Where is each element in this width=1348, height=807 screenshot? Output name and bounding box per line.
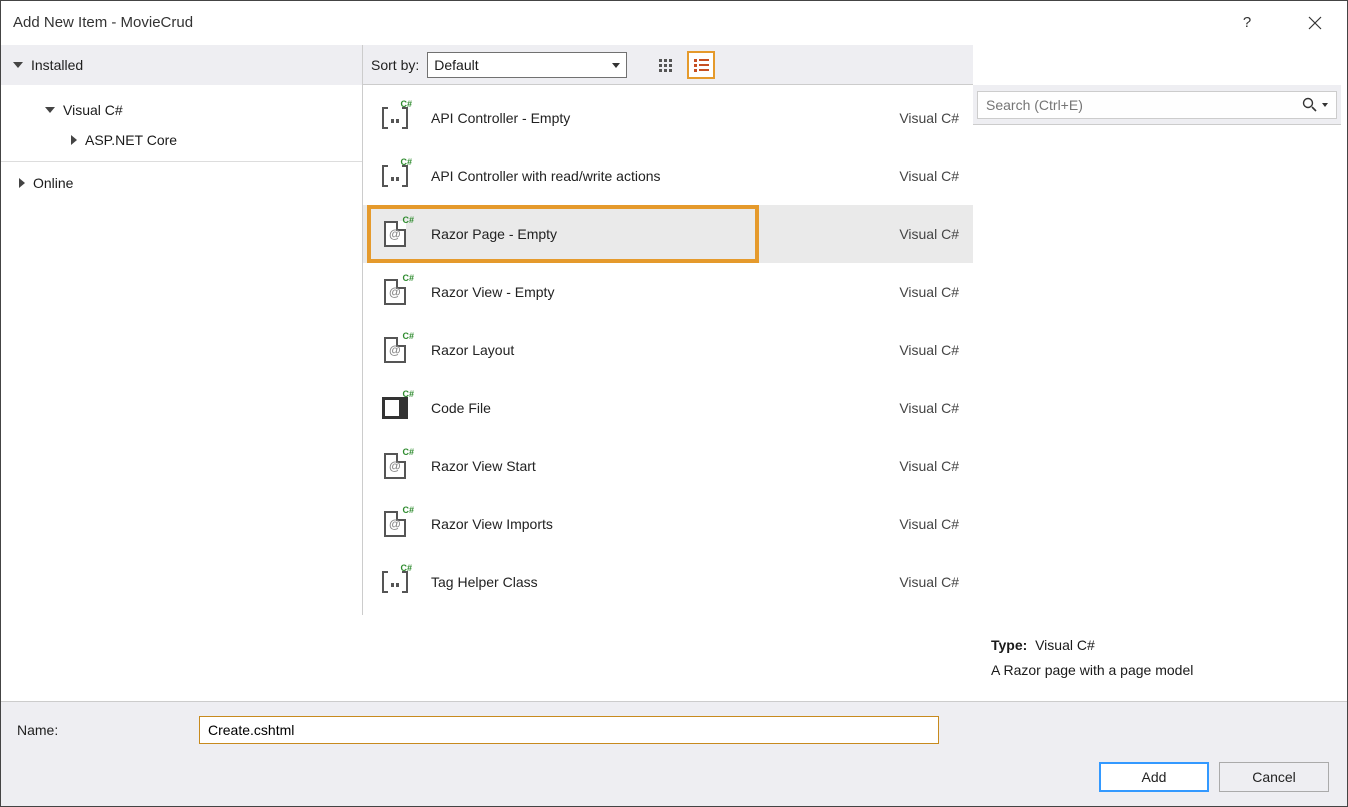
template-icon: C# <box>377 158 413 194</box>
template-name: Razor View Imports <box>431 516 881 532</box>
template-list-container: C# API Controller - Empty Visual C# C# API C… <box>363 85 973 615</box>
details-type-row: Type: Visual C# <box>991 633 1323 658</box>
template-language: Visual C# <box>899 168 959 184</box>
template-item[interactable]: C# API Controller with read/write actions… <box>363 147 973 205</box>
tree-node-aspnet-core[interactable]: ASP.NET Core <box>1 125 362 155</box>
template-language: Visual C# <box>899 516 959 532</box>
help-button[interactable]: ? <box>1227 8 1267 38</box>
details-description: A Razor page with a page model <box>991 658 1323 683</box>
template-language: Visual C# <box>899 400 959 416</box>
main-area: Installed Visual C# ASP.NET Core Online <box>1 45 1347 701</box>
chevron-down-icon <box>612 63 620 68</box>
sidebar-header-label: Installed <box>31 57 83 73</box>
dialog-window: Add New Item - MovieCrud ? Installed Vis… <box>0 0 1348 807</box>
template-language: Visual C# <box>899 226 959 242</box>
search-input[interactable] <box>986 97 1302 113</box>
razor-page-icon: @C# <box>380 219 410 249</box>
sort-label: Sort by: <box>371 57 419 73</box>
sidebar-header-installed[interactable]: Installed <box>1 45 362 85</box>
tree-node-label: ASP.NET Core <box>85 132 177 148</box>
footer-buttons: Add Cancel <box>17 762 1331 792</box>
view-list-button[interactable] <box>687 51 715 79</box>
template-language: Visual C# <box>899 284 959 300</box>
template-scroll[interactable]: C# API Controller - Empty Visual C# C# API C… <box>363 85 973 615</box>
controller-icon: C# <box>380 567 410 597</box>
sidebar-tree: Visual C# ASP.NET Core Online <box>1 85 362 208</box>
window-controls: ? <box>1227 8 1335 38</box>
chevron-down-icon <box>1322 103 1328 107</box>
chevron-right-icon <box>71 135 77 145</box>
cancel-button[interactable]: Cancel <box>1219 762 1329 792</box>
template-name: Code File <box>431 400 881 416</box>
divider <box>1 161 362 162</box>
controller-icon: C# <box>380 161 410 191</box>
grid-icon <box>659 59 672 72</box>
add-button[interactable]: Add <box>1099 762 1209 792</box>
template-language: Visual C# <box>899 110 959 126</box>
close-button[interactable] <box>1295 8 1335 38</box>
template-item[interactable]: @C# Razor View - Empty Visual C# <box>363 263 973 321</box>
template-name: API Controller with read/write actions <box>431 168 881 184</box>
tree-node-visual-csharp[interactable]: Visual C# <box>1 95 362 125</box>
template-icon: C# <box>377 390 413 426</box>
tree-node-online[interactable]: Online <box>1 168 362 198</box>
footer: Name: Add Cancel <box>1 701 1347 806</box>
details-type-label: Type: <box>991 637 1027 653</box>
razor-page-icon: @C# <box>380 451 410 481</box>
window-title: Add New Item - MovieCrud <box>13 14 193 31</box>
razor-page-icon: @C# <box>380 335 410 365</box>
close-icon <box>1308 16 1322 30</box>
details-pane: Type: Visual C# A Razor page with a page… <box>973 615 1341 701</box>
right-header <box>973 85 1341 125</box>
controller-icon: C# <box>380 103 410 133</box>
template-icon: @C# <box>377 506 413 542</box>
template-name: Razor View Start <box>431 458 881 474</box>
template-language: Visual C# <box>899 574 959 590</box>
chevron-right-icon <box>19 178 25 188</box>
razor-page-icon: @C# <box>380 509 410 539</box>
template-item[interactable]: C# API Controller - Empty Visual C# <box>363 89 973 147</box>
razor-page-icon: @C# <box>380 277 410 307</box>
template-item[interactable]: @C# Razor Page - Empty Visual C# <box>363 205 973 263</box>
template-icon: @C# <box>377 332 413 368</box>
sort-value: Default <box>434 57 478 73</box>
list-icon <box>694 59 709 72</box>
name-row: Name: <box>17 716 1331 744</box>
name-input[interactable] <box>199 716 939 744</box>
template-item[interactable]: @C# Razor View Start Visual C# <box>363 437 973 495</box>
template-name: Razor Page - Empty <box>431 226 881 242</box>
title-bar: Add New Item - MovieCrud ? <box>1 1 1347 45</box>
view-grid-button[interactable] <box>651 51 679 79</box>
template-icon: C# <box>377 564 413 600</box>
center-toolbar: Sort by: Default <box>363 45 973 85</box>
template-name: Razor Layout <box>431 342 881 358</box>
template-icon: C# <box>377 100 413 136</box>
template-language: Visual C# <box>899 458 959 474</box>
template-icon: @C# <box>377 448 413 484</box>
tree-node-label: Visual C# <box>63 102 123 118</box>
chevron-down-icon <box>13 62 23 68</box>
template-item[interactable]: @C# Razor View Imports Visual C# <box>363 495 973 553</box>
template-list: C# API Controller - Empty Visual C# C# API C… <box>363 85 973 615</box>
template-item[interactable]: @C# Razor Layout Visual C# <box>363 321 973 379</box>
search-box[interactable] <box>977 91 1337 119</box>
tree-node-label: Online <box>33 175 73 191</box>
template-name: Razor View - Empty <box>431 284 881 300</box>
sidebar: Installed Visual C# ASP.NET Core Online <box>1 45 363 615</box>
template-item[interactable]: C# Code File Visual C# <box>363 379 973 437</box>
template-icon: @C# <box>377 216 413 252</box>
template-item[interactable]: C# Tag Helper Class Visual C# <box>363 553 973 611</box>
search-icon[interactable] <box>1302 97 1328 113</box>
sort-dropdown[interactable]: Default <box>427 52 627 78</box>
template-name: Tag Helper Class <box>431 574 881 590</box>
template-item[interactable]: C#Middleware ClassVisual C# <box>363 611 973 615</box>
template-language: Visual C# <box>899 342 959 358</box>
name-label: Name: <box>17 722 187 738</box>
code-file-icon: C# <box>380 393 410 423</box>
chevron-down-icon <box>45 107 55 113</box>
template-icon: @C# <box>377 274 413 310</box>
template-name: API Controller - Empty <box>431 110 881 126</box>
details-type-value: Visual C# <box>1035 637 1095 653</box>
